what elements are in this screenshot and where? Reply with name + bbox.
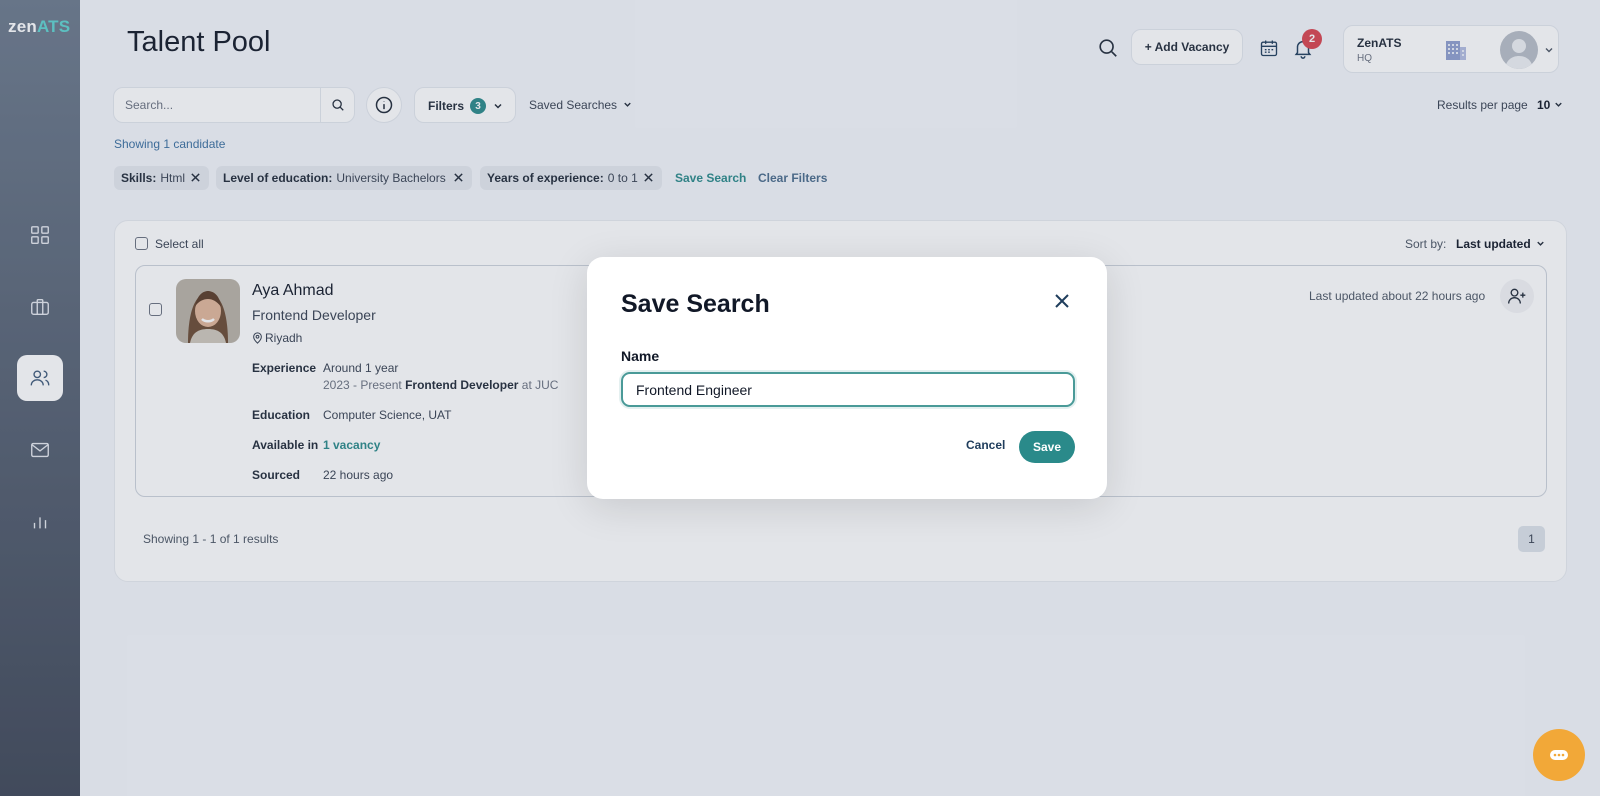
save-button[interactable]: Save [1019, 431, 1075, 463]
chat-button[interactable] [1533, 729, 1585, 781]
name-label: Name [621, 348, 660, 364]
chat-icon [1550, 750, 1568, 760]
search-name-input[interactable] [621, 372, 1075, 407]
close-icon[interactable] [1053, 292, 1071, 310]
modal-title: Save Search [621, 290, 770, 318]
save-search-modal: Save Search Name Cancel Save [587, 257, 1107, 499]
cancel-button[interactable]: Cancel [966, 438, 1005, 452]
